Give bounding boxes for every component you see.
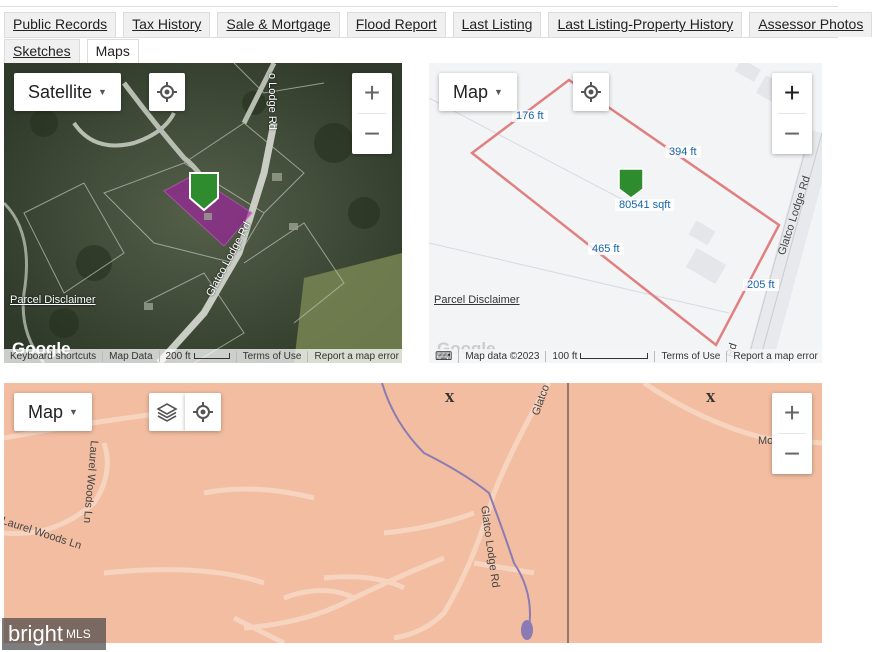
terms-link[interactable]: Terms of Use bbox=[237, 350, 309, 362]
zoom-in-button[interactable]: + bbox=[352, 73, 392, 113]
tab-assessor-photos[interactable]: Assessor Photos bbox=[749, 12, 873, 37]
road-label-lodge: o Lodge Rd bbox=[266, 73, 278, 130]
parcel-disclaimer-link[interactable]: Parcel Disclaimer bbox=[10, 294, 96, 306]
watermark-suffix: MLS bbox=[66, 627, 91, 641]
tab-sale-mortgage[interactable]: Sale & Mortgage bbox=[217, 12, 340, 37]
parcel-map[interactable]: 176 ft 394 ft 80541 sqft 465 ft 205 ft G… bbox=[429, 63, 822, 363]
caret-down-icon: ▼ bbox=[98, 87, 107, 97]
satellite-map[interactable]: Glatco Lodge Rd o Lodge Rd Satellite ▼ +… bbox=[4, 63, 402, 363]
layers-button[interactable] bbox=[149, 393, 185, 431]
tab-last-listing[interactable]: Last Listing bbox=[452, 12, 542, 37]
parcel-disclaimer-link[interactable]: Parcel Disclaimer bbox=[434, 294, 520, 306]
keyboard-shortcuts-link[interactable]: Keyboard shortcuts bbox=[4, 350, 104, 362]
map-data-link[interactable]: Map Data bbox=[103, 350, 160, 362]
report-tabs: Public Records Tax History Sale & Mortga… bbox=[4, 11, 873, 64]
report-error-link[interactable]: Report a map error bbox=[727, 351, 822, 362]
dim-label-bottom: 465 ft bbox=[588, 243, 624, 255]
tab-tax-history[interactable]: Tax History bbox=[123, 12, 211, 37]
zoom-control: + − bbox=[772, 393, 812, 474]
map-type-dropdown[interactable]: Satellite ▼ bbox=[14, 73, 121, 111]
scale-bar bbox=[193, 352, 230, 359]
flood-map[interactable]: Laurel Woods Ln Laurel Woods Ln Glatco G… bbox=[4, 383, 822, 643]
tab-sketches[interactable]: Sketches bbox=[4, 39, 80, 64]
bright-mls-watermark: bright MLS bbox=[2, 618, 106, 650]
flood-zone-x-marker: X bbox=[445, 391, 455, 405]
zoom-out-button[interactable]: − bbox=[352, 114, 392, 154]
zoom-out-button[interactable]: − bbox=[772, 434, 812, 474]
tab-row-2: Sketches Maps bbox=[4, 37, 838, 64]
zoom-control: + − bbox=[772, 73, 812, 154]
keyboard-icon[interactable]: ⌨ bbox=[429, 349, 460, 363]
zoom-in-button[interactable]: + bbox=[772, 393, 812, 433]
map-type-dropdown[interactable]: Map ▼ bbox=[439, 73, 517, 111]
locate-button[interactable] bbox=[149, 73, 185, 111]
crosshair-icon bbox=[157, 82, 177, 102]
scale-text: 100 ft bbox=[552, 350, 578, 362]
flood-zone-x-marker: X bbox=[706, 391, 716, 405]
map-type-label: Satellite bbox=[28, 81, 93, 102]
terms-link[interactable]: Terms of Use bbox=[655, 350, 728, 362]
dim-label-top: 176 ft bbox=[512, 110, 548, 122]
locate-button[interactable] bbox=[573, 73, 609, 111]
zoom-control: + − bbox=[352, 73, 392, 154]
map-footer: ⌨ Map data ©2023 100 ft Terms of Use Rep… bbox=[429, 349, 822, 363]
tab-maps[interactable]: Maps bbox=[86, 39, 139, 64]
map-type-label: Map bbox=[28, 401, 64, 422]
scale-indicator: 100 ft bbox=[546, 350, 656, 362]
crosshair-icon bbox=[581, 82, 601, 102]
report-error-link[interactable]: Report a map error bbox=[308, 351, 402, 362]
tab-flood-report[interactable]: Flood Report bbox=[346, 12, 446, 37]
dim-label-right-top: 394 ft bbox=[665, 146, 701, 158]
scale-indicator: 200 ft bbox=[160, 350, 237, 362]
caret-down-icon: ▼ bbox=[494, 87, 503, 97]
zoom-out-button[interactable]: − bbox=[772, 114, 812, 154]
top-strip bbox=[0, 0, 838, 7]
watermark-brand: bright bbox=[8, 621, 64, 646]
locate-button[interactable] bbox=[185, 393, 221, 431]
map-data-link[interactable]: Map data ©2023 bbox=[459, 350, 547, 362]
map-footer: Keyboard shortcuts Map Data 200 ft Terms… bbox=[4, 349, 402, 363]
zoom-in-button[interactable]: + bbox=[772, 73, 812, 113]
caret-down-icon: ▼ bbox=[69, 407, 78, 417]
crosshair-icon bbox=[193, 402, 213, 422]
tab-public-records[interactable]: Public Records bbox=[4, 12, 117, 37]
tab-row-1: Public Records Tax History Sale & Mortga… bbox=[4, 11, 873, 37]
map-type-dropdown[interactable]: Map ▼ bbox=[14, 393, 92, 431]
scale-bar bbox=[580, 352, 649, 359]
flood-map-canvas bbox=[4, 383, 822, 643]
dim-label-right: 205 ft bbox=[743, 279, 779, 291]
layers-icon bbox=[156, 403, 178, 422]
scale-text: 200 ft bbox=[165, 350, 191, 362]
map-type-label: Map bbox=[453, 81, 489, 102]
area-label: 80541 sqft bbox=[615, 199, 675, 211]
tab-last-listing-property-history[interactable]: Last Listing-Property History bbox=[548, 12, 743, 37]
